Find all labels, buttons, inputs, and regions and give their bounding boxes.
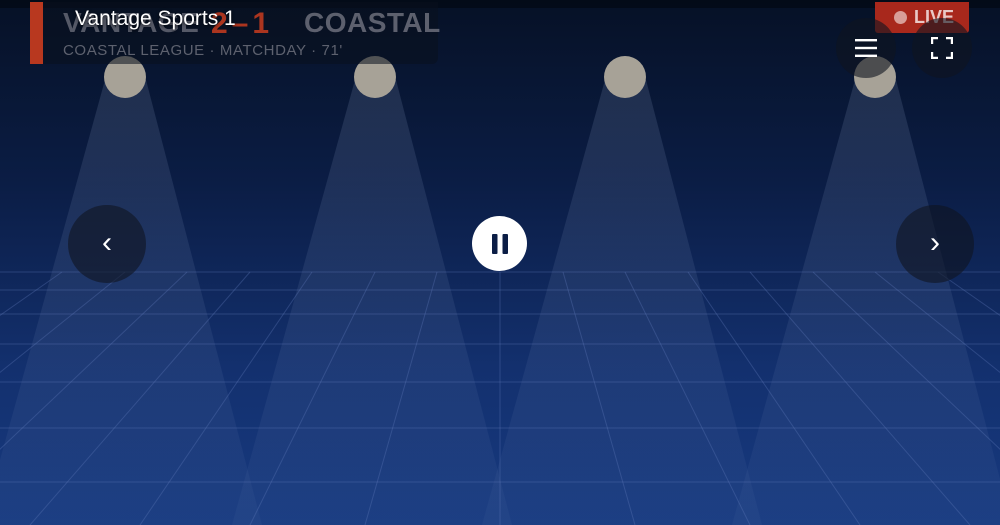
match-meta: COASTAL LEAGUE · MATCHDAY · 71' — [63, 42, 343, 59]
score-accent-bar — [30, 2, 43, 64]
away-team-name: COASTAL — [304, 7, 441, 38]
next-channel-button[interactable]: › — [896, 205, 974, 283]
chevron-right-icon: › — [930, 225, 940, 259]
previous-channel-button[interactable]: ‹ — [68, 205, 146, 283]
fullscreen-icon — [931, 37, 953, 59]
pause-icon — [491, 233, 508, 254]
video-player[interactable]: VANTAGE 2–1 COASTAL COASTAL LEAGUE · MAT… — [0, 0, 1000, 525]
channel-title: Vantage Sports 1 — [75, 7, 236, 30]
live-dot-icon — [894, 11, 907, 24]
chevron-left-icon: ‹ — [102, 225, 112, 259]
menu-button[interactable] — [836, 18, 896, 78]
pause-button[interactable] — [472, 216, 527, 271]
hamburger-menu-icon — [855, 39, 877, 57]
fullscreen-button[interactable] — [912, 18, 972, 78]
